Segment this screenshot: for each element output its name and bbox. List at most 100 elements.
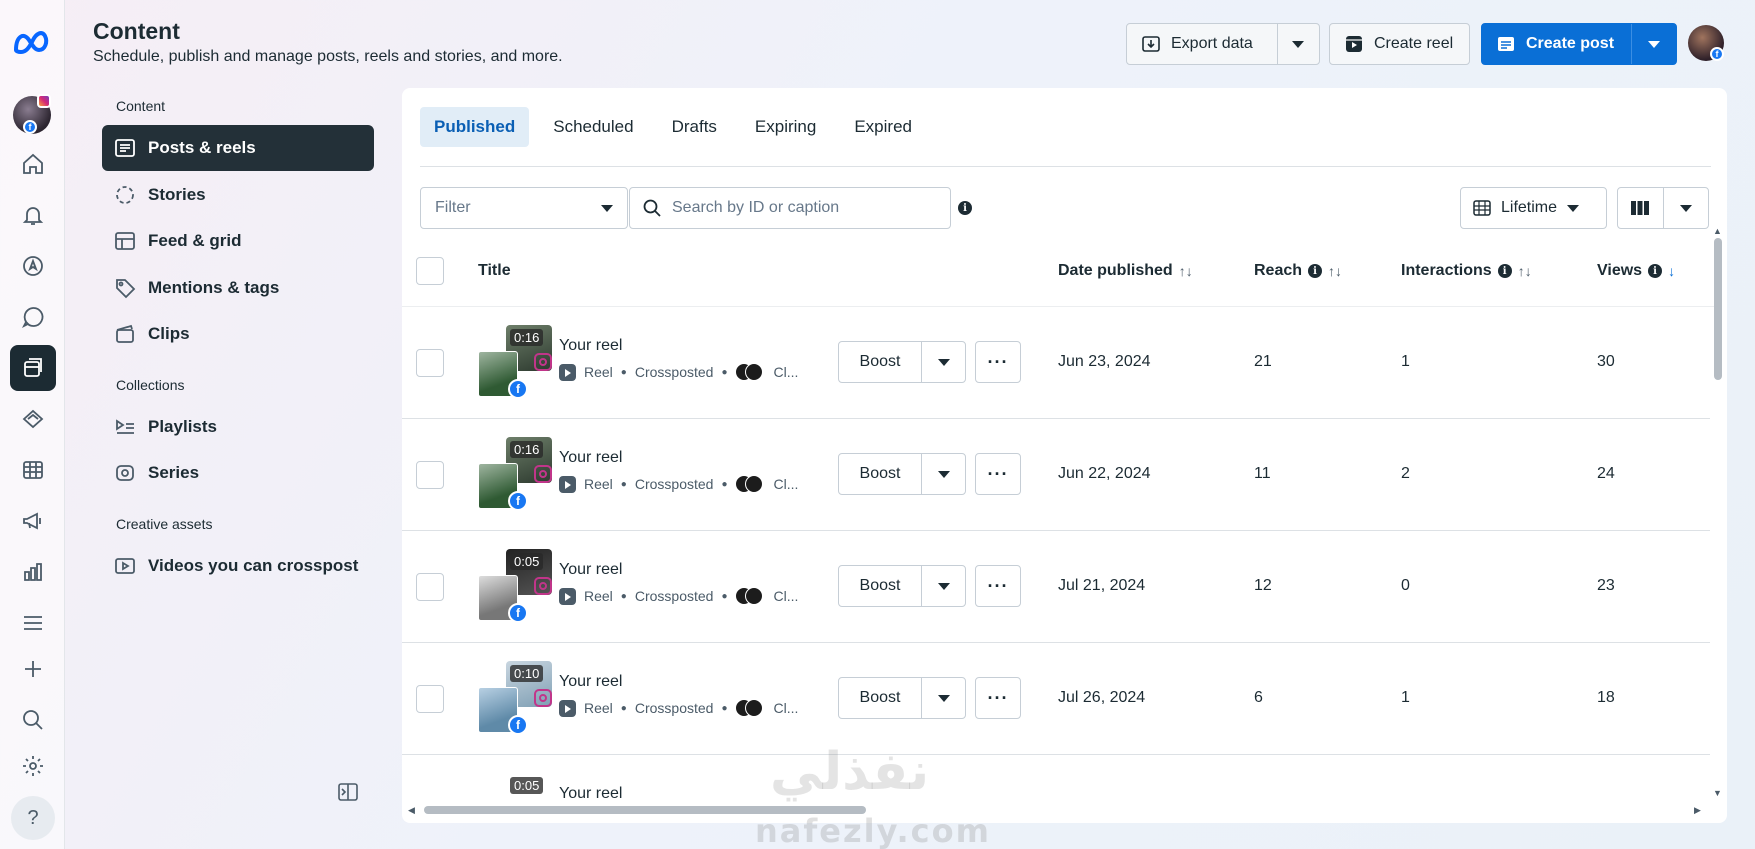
post-type: Reel xyxy=(584,476,613,492)
more-options-button[interactable]: ··· xyxy=(975,565,1021,607)
nav-item-stories[interactable]: Stories xyxy=(102,172,374,218)
post-title[interactable]: Your reel xyxy=(559,337,622,355)
post-meta: Reel ● Crossposted ● Cl... xyxy=(559,587,798,605)
notifications-icon[interactable] xyxy=(10,192,56,238)
tab-scheduled[interactable]: Scheduled xyxy=(539,107,647,147)
create-reel-button[interactable]: Create reel xyxy=(1329,23,1470,65)
help-button[interactable]: ? xyxy=(11,796,55,840)
nav-item-label: Videos you can crosspost xyxy=(148,556,359,575)
nav-item-series[interactable]: Series xyxy=(102,450,374,496)
more-options-button[interactable]: ··· xyxy=(975,341,1021,383)
row-checkbox[interactable] xyxy=(416,685,444,713)
boost-dropdown-button[interactable] xyxy=(921,454,965,494)
search-field[interactable] xyxy=(629,187,951,229)
table-row[interactable]: 0:16 f Your reel Reel ● Crossposted ● Cl… xyxy=(402,419,1710,531)
ads-icon[interactable] xyxy=(10,396,56,442)
date-range-dropdown[interactable]: Lifetime xyxy=(1460,187,1607,229)
scroll-down-arrow-icon[interactable]: ▼ xyxy=(1713,788,1722,798)
boost-button[interactable]: Boost xyxy=(839,566,921,606)
reel-thumbnail[interactable]: 0:10 f xyxy=(478,661,554,735)
post-title[interactable]: Your reel xyxy=(559,449,622,467)
chevron-down-icon xyxy=(937,470,950,478)
home-icon[interactable] xyxy=(10,141,56,187)
boost-dropdown-button[interactable] xyxy=(921,566,965,606)
meta-logo-icon[interactable] xyxy=(12,26,54,60)
search-icon[interactable] xyxy=(10,697,56,743)
table-row[interactable]: 0:05 f Your reel Reel ● Crossposted ● Cl… xyxy=(402,531,1710,643)
table-icon[interactable] xyxy=(10,447,56,493)
post-title[interactable]: Your reel xyxy=(559,785,622,803)
info-icon: i xyxy=(1648,264,1663,278)
reel-thumbnail[interactable]: 0:05 xyxy=(478,773,554,823)
row-checkbox[interactable] xyxy=(416,349,444,377)
info-icon[interactable]: i xyxy=(958,201,972,215)
menu-icon[interactable] xyxy=(10,600,56,646)
reel-thumbnail[interactable]: 0:16 f xyxy=(478,325,554,399)
tab-published[interactable]: Published xyxy=(420,107,530,147)
chevron-down-icon xyxy=(1567,204,1580,212)
boost-dropdown-button[interactable] xyxy=(921,678,965,718)
chat-icon[interactable] xyxy=(10,294,56,340)
column-header-reach[interactable]: Reach i ↑↓ xyxy=(1254,262,1342,280)
column-header-interactions[interactable]: Interactions i ↑↓ xyxy=(1401,262,1532,280)
insights-icon[interactable] xyxy=(10,549,56,595)
post-title[interactable]: Your reel xyxy=(559,561,622,579)
select-all-checkbox[interactable] xyxy=(416,257,444,285)
stories-icon xyxy=(116,186,134,204)
columns-dropdown-button[interactable] xyxy=(1662,188,1709,228)
create-post-dropdown-button[interactable] xyxy=(1631,24,1676,64)
collapse-sidebar-icon[interactable] xyxy=(337,781,359,803)
scroll-right-arrow-icon[interactable]: ▶ xyxy=(1694,805,1701,816)
separator-dot: ● xyxy=(721,590,728,602)
plus-icon[interactable] xyxy=(10,646,56,692)
more-options-button[interactable]: ··· xyxy=(975,677,1021,719)
scroll-up-arrow-icon[interactable]: ▲ xyxy=(1713,226,1722,236)
row-checkbox[interactable] xyxy=(416,461,444,489)
tab-expiring[interactable]: Expiring xyxy=(741,107,830,147)
reel-icon xyxy=(559,475,576,493)
nav-item-mentions-tags[interactable]: Mentions & tags xyxy=(102,265,374,311)
scroll-left-arrow-icon[interactable]: ◀ xyxy=(408,805,415,816)
nav-item-feed-grid[interactable]: Feed & grid xyxy=(102,218,374,264)
reel-thumbnail[interactable]: 0:05 f xyxy=(478,549,554,623)
filter-dropdown[interactable]: Filter xyxy=(420,187,628,229)
compass-icon[interactable] xyxy=(10,243,56,289)
nav-item-videos-crosspost[interactable]: Videos you can crosspost xyxy=(102,543,374,589)
nav-item-playlists[interactable]: Playlists xyxy=(102,404,374,450)
settings-icon[interactable] xyxy=(10,743,56,789)
post-type: Reel xyxy=(584,588,613,604)
feed-grid-icon xyxy=(115,232,135,250)
boost-button[interactable]: Boost xyxy=(839,678,921,718)
export-data-label: Export data xyxy=(1171,35,1253,52)
table-row[interactable]: 0:10 f Your reel Reel ● Crossposted ● Cl… xyxy=(402,643,1710,755)
post-title[interactable]: Your reel xyxy=(559,673,622,691)
tab-expired[interactable]: Expired xyxy=(840,107,926,147)
megaphone-icon[interactable] xyxy=(10,498,56,544)
boost-dropdown-button[interactable] xyxy=(921,342,965,382)
export-dropdown-button[interactable] xyxy=(1277,24,1318,64)
nav-item-label: Clips xyxy=(148,324,190,343)
boost-button[interactable]: Boost xyxy=(839,454,921,494)
tab-drafts[interactable]: Drafts xyxy=(658,107,731,147)
content-icon[interactable] xyxy=(10,345,56,391)
row-checkbox[interactable] xyxy=(416,573,444,601)
more-options-button[interactable]: ··· xyxy=(975,453,1021,495)
boost-button[interactable]: Boost xyxy=(839,342,921,382)
column-header-title[interactable]: Title xyxy=(478,262,511,280)
table-row[interactable]: 0:16 f Your reel Reel ● Crossposted ● Cl… xyxy=(402,307,1710,419)
column-header-views[interactable]: Views i ↓ xyxy=(1597,262,1675,280)
column-header-label: Interactions xyxy=(1401,262,1492,279)
nav-item-posts-reels[interactable]: Posts & reels xyxy=(102,125,374,171)
nav-item-label: Stories xyxy=(148,185,206,204)
boost-label: Boost xyxy=(859,353,901,370)
vertical-scrollbar[interactable] xyxy=(1714,238,1722,380)
column-header-date[interactable]: Date published ↑↓ xyxy=(1058,262,1193,280)
export-data-button[interactable]: Export data xyxy=(1127,24,1277,64)
nav-item-clips[interactable]: Clips xyxy=(102,311,374,357)
search-input[interactable] xyxy=(672,199,932,217)
create-post-button[interactable]: Create post xyxy=(1482,24,1631,64)
page-avatar[interactable]: f xyxy=(13,94,51,134)
user-avatar[interactable]: f xyxy=(1688,25,1724,61)
columns-button[interactable] xyxy=(1618,188,1663,228)
reel-thumbnail[interactable]: 0:16 f xyxy=(478,437,554,511)
